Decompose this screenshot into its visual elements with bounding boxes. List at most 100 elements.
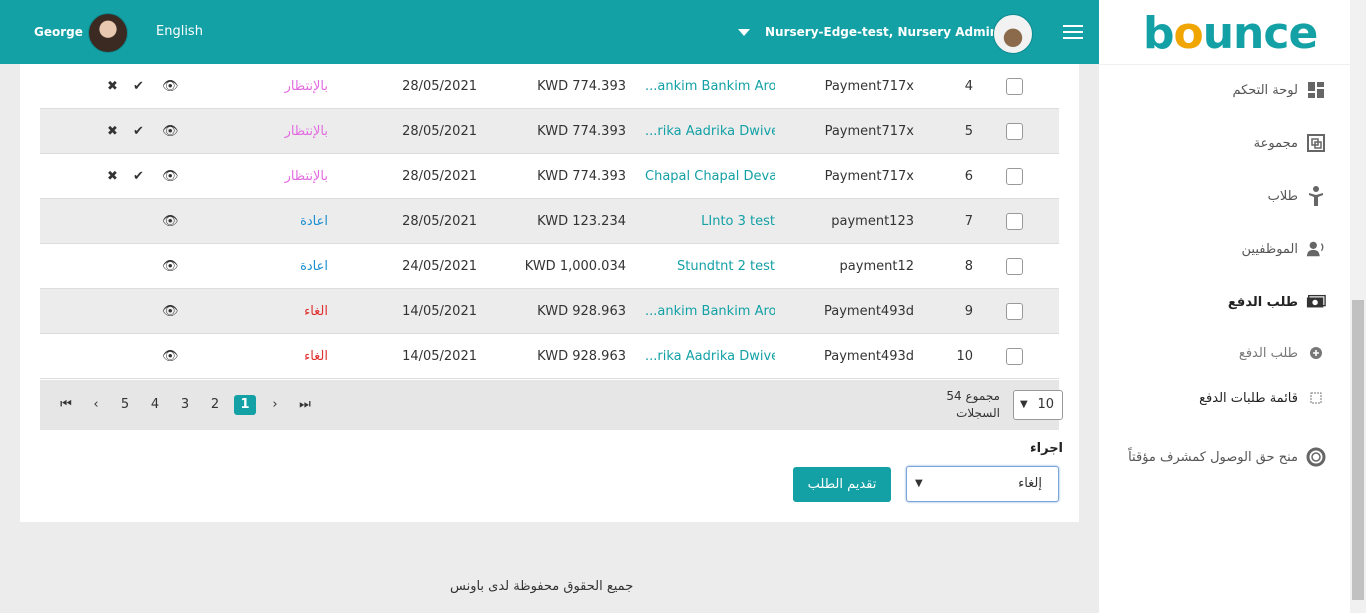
sidebar-item-temp-admin-access[interactable]: منح حق الوصول كمشرف مؤقتاً (1128, 447, 1326, 467)
student-name-link[interactable]: ...ankim Bankim Arora (645, 64, 775, 109)
student-name-link[interactable]: ...rika Aadrika Dwivedi (645, 334, 775, 379)
prev-page-icon[interactable]: ‹ (85, 395, 107, 415)
reject-close-icon[interactable]: ✖ (107, 154, 118, 199)
page-link-2[interactable]: 2 (204, 395, 226, 415)
student-icon (1306, 186, 1326, 206)
page-link-4[interactable]: 4 (144, 395, 166, 415)
payment-reference: Payment493d (824, 349, 914, 364)
bounce-logo[interactable]: bounce (1143, 8, 1318, 59)
sidebar-subitem-new-payment-request[interactable]: طلب الدفع (1239, 343, 1326, 363)
sidebar-item-payment-request[interactable]: طلب الدفع (1228, 292, 1326, 312)
table-row: 6 Payment717x Chapal Chapal Devar KWD 774.3… (40, 154, 1059, 199)
payment-requests-panel: 4 Payment717x ...ankim Bankim Arora KWD 774… (20, 64, 1079, 522)
sidebar-item-staff[interactable]: الموظفيين (1242, 239, 1326, 259)
sidebar: bounce لوحة التحكم مجموعة طلاب الموظفيين… (1099, 0, 1350, 613)
staff-icon (1306, 239, 1326, 259)
payment-amount: KWD 928.963 (537, 304, 626, 319)
reject-close-icon[interactable]: ✖ (107, 64, 118, 109)
view-eye-icon[interactable]: 👁 (162, 334, 179, 379)
table-row: 4 Payment717x ...ankim Bankim Arora KWD 774… (40, 64, 1059, 109)
page-link-5[interactable]: 5 (114, 395, 136, 415)
dashboard-icon (1306, 80, 1326, 100)
row-checkbox[interactable] (1006, 109, 1023, 154)
lifebuoy-icon (1306, 447, 1326, 467)
student-name-link[interactable]: ...rika Aadrika Dwivedi (645, 109, 775, 154)
plus-circle-icon (1306, 343, 1326, 363)
row-actions: 👁 ✔ ✖ (105, 109, 185, 154)
page-link-current[interactable]: 1 (234, 395, 256, 415)
approve-check-icon[interactable]: ✔ (133, 64, 144, 109)
payment-reference: payment123 (831, 214, 914, 229)
org-avatar[interactable] (993, 14, 1033, 54)
payment-date: 28/05/2021 (402, 169, 477, 184)
table-row: 10 Payment493d ...rika Aadrika Dwivedi KWD … (40, 334, 1059, 379)
payment-amount: KWD 774.393 (537, 169, 626, 184)
sidebar-item-label: طلب الدفع (1238, 345, 1298, 361)
page-link-3[interactable]: 3 (174, 395, 196, 415)
view-eye-icon[interactable]: 👁 (162, 289, 179, 334)
student-name-link[interactable]: Stundtnt 2 test (677, 244, 775, 289)
org-label[interactable]: Nursery-Edge-test, Nursery Admin (765, 25, 998, 39)
user-name[interactable]: George (34, 25, 83, 39)
approve-check-icon[interactable]: ✔ (133, 154, 144, 199)
payment-date: 14/05/2021 (402, 304, 477, 319)
payment-date: 28/05/2021 (402, 214, 477, 229)
reject-close-icon[interactable]: ✖ (107, 109, 118, 154)
page-scrollbar[interactable] (1350, 0, 1366, 613)
submit-request-button[interactable]: تقديم الطلب (793, 467, 891, 502)
chevron-down-icon: ▼ (1020, 399, 1028, 410)
row-checkbox[interactable] (1006, 334, 1023, 379)
payment-reference: Payment717x (824, 169, 914, 184)
row-checkbox[interactable] (1006, 289, 1023, 334)
scrollbar-thumb[interactable] (1352, 300, 1364, 600)
org-dropdown-caret-icon[interactable] (738, 29, 750, 36)
sidebar-item-label: منح حق الوصول كمشرف مؤقتاً (1128, 449, 1298, 465)
sidebar-item-label: مجموعة (1253, 135, 1298, 151)
status-badge: اعادة (300, 214, 328, 229)
sidebar-item-label: طلاب (1267, 188, 1298, 204)
sidebar-item-group[interactable]: مجموعة (1254, 133, 1326, 153)
last-page-icon[interactable]: ⏭ (294, 395, 316, 415)
per-page-select[interactable]: ▼ 10 (1013, 390, 1063, 420)
status-badge: الغاء (304, 349, 328, 364)
row-checkbox[interactable] (1006, 64, 1023, 109)
action-select[interactable]: ▼ إلغاء (906, 466, 1059, 502)
action-label: اجراء (1030, 441, 1064, 456)
first-page-icon[interactable]: ⏮ (55, 395, 77, 415)
row-number: 5 (964, 124, 973, 139)
view-eye-icon[interactable]: 👁 (162, 109, 179, 154)
student-name-link[interactable]: ...ankim Bankim Arora (645, 289, 775, 334)
student-name-link[interactable]: LInto 3 test (701, 199, 775, 244)
view-eye-icon[interactable]: 👁 (162, 154, 179, 199)
row-checkbox[interactable] (1006, 154, 1023, 199)
payment-reference: payment12 (839, 259, 914, 274)
sidebar-subitem-payment-request-list[interactable]: قائمة طلبات الدفع (1199, 388, 1326, 408)
payment-requests-table: 4 Payment717x ...ankim Bankim Arora KWD 774… (40, 64, 1059, 379)
view-eye-icon[interactable]: 👁 (162, 64, 179, 109)
sidebar-item-students[interactable]: طلاب (1268, 186, 1326, 206)
list-icon (1306, 388, 1326, 408)
next-page-icon[interactable]: › (264, 395, 286, 415)
payment-amount: KWD 774.393 (537, 124, 626, 139)
row-checkbox[interactable] (1006, 244, 1023, 289)
view-eye-icon[interactable]: 👁 (162, 199, 179, 244)
student-name-link[interactable]: Chapal Chapal Devar (645, 154, 775, 199)
status-badge: بالإنتظار (284, 169, 328, 184)
payment-reference: Payment493d (824, 304, 914, 319)
sidebar-item-dashboard[interactable]: لوحة التحكم (1232, 80, 1326, 100)
language-switch[interactable]: English (156, 24, 203, 39)
status-badge: الغاء (304, 304, 328, 319)
user-avatar[interactable] (88, 13, 128, 53)
approve-check-icon[interactable]: ✔ (133, 109, 144, 154)
sidebar-item-label: قائمة طلبات الدفع (1199, 390, 1298, 406)
table-row: 5 Payment717x ...rika Aadrika Dwivedi KWD 7… (40, 109, 1059, 154)
chevron-down-icon: ▼ (915, 478, 923, 489)
group-icon (1306, 133, 1326, 153)
table-row: 7 payment123 LInto 3 test KWD 123.234 28/05/… (40, 199, 1059, 244)
hamburger-menu-icon[interactable] (1063, 25, 1083, 39)
status-badge: اعادة (300, 259, 328, 274)
row-checkbox[interactable] (1006, 199, 1023, 244)
row-number: 7 (964, 214, 973, 229)
payment-date: 28/05/2021 (402, 124, 477, 139)
view-eye-icon[interactable]: 👁 (162, 244, 179, 289)
